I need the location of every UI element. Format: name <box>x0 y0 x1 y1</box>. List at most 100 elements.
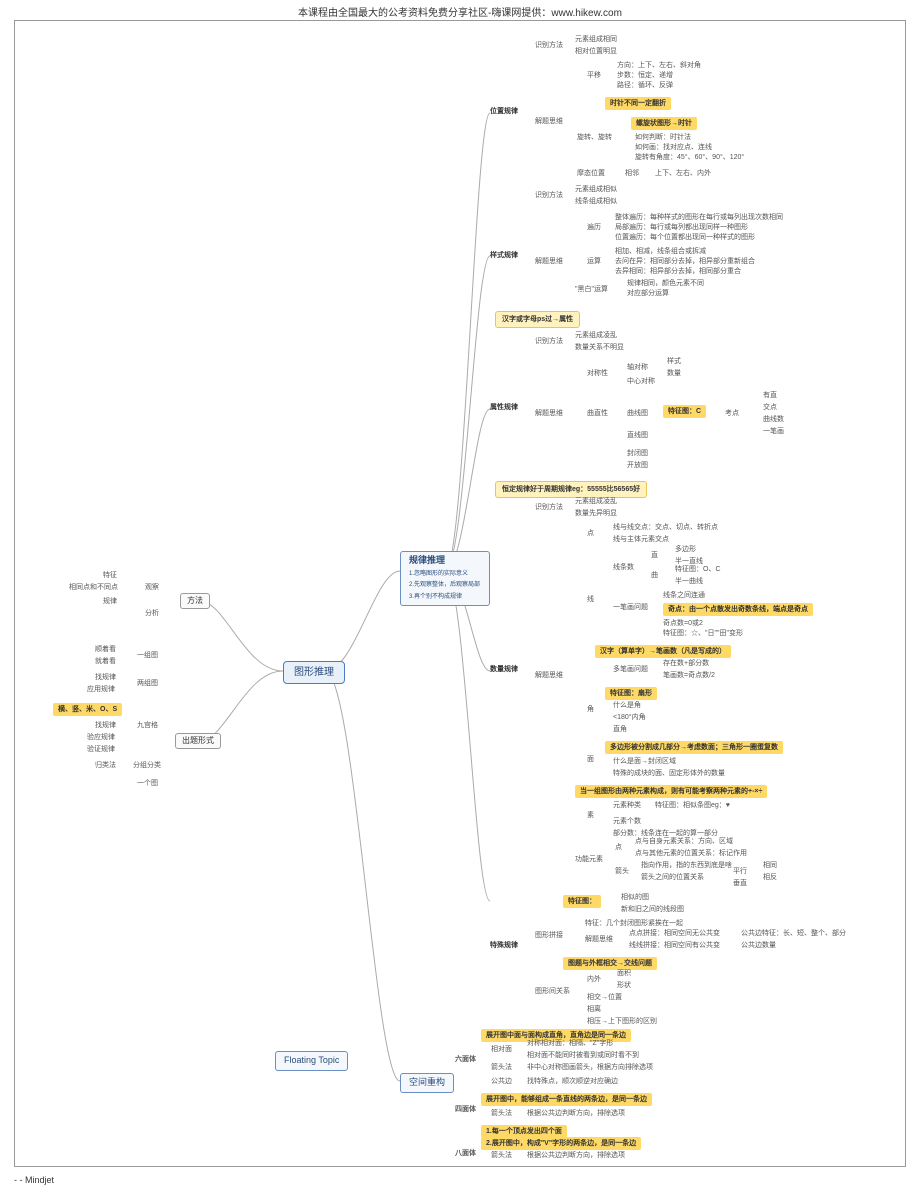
qty-gn: 功能元素 <box>575 855 603 864</box>
qty-s-c: 元素个数 <box>613 817 641 826</box>
qty-m-hl: 多边形被分割成几部分→考虑数面；三角形一圈蛋复数 <box>605 741 783 754</box>
attr-m1b: 数量关系不明显 <box>575 343 624 352</box>
qty-s-b: 特征图：相似条图eg：♥ <box>655 801 730 810</box>
space-liu-a: 相对面 <box>491 1045 512 1054</box>
spec-a: 相似的图 <box>621 893 649 902</box>
space-si-hl: 展开图中，能够组成一条直线的两条边，是同一条边 <box>481 1093 652 1106</box>
attr-dc: 对称性 <box>587 369 608 378</box>
qty-xian: 线 <box>587 595 594 604</box>
qty-xt-b: 曲 <box>651 571 658 580</box>
qty-m1b: 数量先异明显 <box>575 509 617 518</box>
qty-hz-c: 笔画数=奇点数/2 <box>663 671 715 680</box>
space-ba: 八面体 <box>455 1149 476 1158</box>
pos-m1b: 相对位置明显 <box>575 47 617 56</box>
style-bl-c: 位置遍历：每个位置都出现同一种样式的图形 <box>615 233 755 242</box>
pos-py-b: 步数：恒定、递增 <box>617 71 673 80</box>
spec-e: 解题思维 <box>585 935 613 944</box>
attr-qz: 曲直性 <box>587 409 608 418</box>
style-m1: 识别方法 <box>535 191 563 200</box>
mindmap-canvas: 图形推理 Floating Topic 方法 观察 分析 特征 相同点和不同点 … <box>14 20 906 1167</box>
spec-gx: 图形间关系 <box>535 987 570 996</box>
qty-xt-c: 多边形 <box>675 545 696 554</box>
style-m1a: 元素组成相似 <box>575 185 617 194</box>
style-hb-a: 规律相同，颜色元素不同 <box>627 279 704 288</box>
qty-yb-b: 奇点数=0或2 <box>663 619 703 628</box>
space-liu-d: 箭头法 <box>491 1063 512 1072</box>
attr-dc-c: 样式 <box>667 357 681 366</box>
qty-gn-e: 指向作用，指的东西到底是啥 <box>641 861 732 870</box>
attr-kf-a: 开放图 <box>627 461 648 470</box>
qty-xt-a: 直 <box>651 551 658 560</box>
spec-f: 点点拼接：相同空间无公共变 <box>629 929 720 938</box>
root-node[interactable]: 图形推理 <box>283 661 345 684</box>
form-r3: 应用规律 <box>87 685 115 694</box>
pos-m2: 解题思维 <box>535 117 563 126</box>
style-ys-b: 去问在异：相同部分去掉，相异部分重新组合 <box>615 257 755 266</box>
qty-jiao: 角 <box>587 705 594 714</box>
form-r0l: 一组图 <box>137 651 158 660</box>
qty-s-hl: 当一组图形由两种元素构成，则有可能考察两种元素的+-×÷ <box>575 785 767 798</box>
page-footer: - - Mindjet <box>14 1175 54 1185</box>
spec-h: 公共边特征：长、短、整个、部分 <box>741 929 846 938</box>
pos-xz-b: 如何画：找对应点、连线 <box>635 143 712 152</box>
form-node[interactable]: 出题形式 <box>175 733 221 749</box>
qty-gn-f: 箭头之间的位置关系 <box>641 873 704 882</box>
spec-g: 线线拼接：相同空间有公共变 <box>629 941 720 950</box>
pos-pingyi: 平移 <box>587 71 601 80</box>
attr-m1a: 元素组成凌乱 <box>575 331 617 340</box>
space-liu-f: 公共边 <box>491 1077 512 1086</box>
spec-d: 特征：几个封闭图形紧挨在一起 <box>585 919 683 928</box>
style-bl-b: 局部遍历：每行或每列都出现同样一种图形 <box>615 223 748 232</box>
space-si: 四面体 <box>455 1105 476 1114</box>
form-r7l: 分组分类 <box>133 761 161 770</box>
qty-gn-h: 相同 <box>763 861 777 870</box>
qty-j-a: 什么是角 <box>613 701 641 710</box>
pos-title[interactable]: 位置规律 <box>490 107 518 116</box>
attr-title[interactable]: 属性规律 <box>490 403 518 412</box>
qty-hz-b: 多笔画问题 <box>613 665 648 674</box>
form-r2: 找规律 <box>95 673 116 682</box>
spec-gx-hl: 图题与外框相交→交线问题 <box>563 957 657 970</box>
attr-kf: 封闭图 <box>627 449 648 458</box>
form-r1: 就着看 <box>95 657 116 666</box>
qty-m-b: 特殊的成块的面、固定形体外的数量 <box>613 769 725 778</box>
qty-j-hl: 特征图：扇形 <box>605 687 657 700</box>
attr-qz-d: 交点 <box>763 403 777 412</box>
method-analyze: 分析 <box>145 609 159 618</box>
form-r2l: 两组图 <box>137 679 158 688</box>
space-liu-e: 非中心对称图画箭头，根据方向排除选项 <box>527 1063 653 1072</box>
reason-title: 规律推理 <box>409 555 445 565</box>
style-title[interactable]: 样式规律 <box>490 251 518 260</box>
qty-gn-a: 点 <box>615 843 622 852</box>
spec-gx-d: 相交→位置 <box>587 993 622 1002</box>
attr-qz-f: 一笔画 <box>763 427 784 436</box>
qty-m1: 识别方法 <box>535 503 563 512</box>
space-ba-a: 箭头法 <box>491 1151 512 1160</box>
space-ba-hl2: 2.展开图中，构成"V"字形的两条边，是同一条边 <box>481 1137 641 1150</box>
qty-yb-a: 线条之间连通 <box>663 591 705 600</box>
spec-title[interactable]: 特殊规律 <box>490 941 518 950</box>
attr-qz-e: 曲线数 <box>763 415 784 424</box>
method-node[interactable]: 方法 <box>180 593 210 609</box>
qty-d-b: 线与主体元素交点 <box>613 535 669 544</box>
qty-dian: 点 <box>587 529 594 538</box>
space-liu-g: 找特殊点，顺次顺逆对应确边 <box>527 1077 618 1086</box>
space-ba-b: 根据公共边判断方向，排除选项 <box>527 1151 625 1160</box>
spec-gx-a: 内外 <box>587 975 601 984</box>
space-title[interactable]: 空间重构 <box>400 1073 454 1093</box>
reasoning-node[interactable]: 规律推理 1.忽略图形的实际意义 2.先观察整体，后观察局部 3.再个别不构成规… <box>400 551 490 606</box>
style-ys: 运算 <box>587 257 601 266</box>
qty-title[interactable]: 数量规律 <box>490 665 518 674</box>
form-r0: 顺着看 <box>95 645 116 654</box>
style-bl-a: 整体遍历：每种样式的图形在每行或每列出现次数相同 <box>615 213 783 222</box>
form-r4: 找规律 <box>95 721 116 730</box>
spec-b: 新和旧之间的线段图 <box>621 905 684 914</box>
attr-dc-a: 轴对称 <box>627 363 648 372</box>
attr-tip: 汉字或字母ps过→属性 <box>495 311 580 328</box>
qty-xt: 线条数 <box>613 563 634 572</box>
style-m2: 解题思维 <box>535 257 563 266</box>
floating-topic[interactable]: Floating Topic <box>275 1051 348 1071</box>
space-si-b: 根据公共边判断方向，排除选项 <box>527 1109 625 1118</box>
method-item-0: 特征 <box>103 571 117 580</box>
attr-qz-a: 曲线图 <box>627 409 648 418</box>
